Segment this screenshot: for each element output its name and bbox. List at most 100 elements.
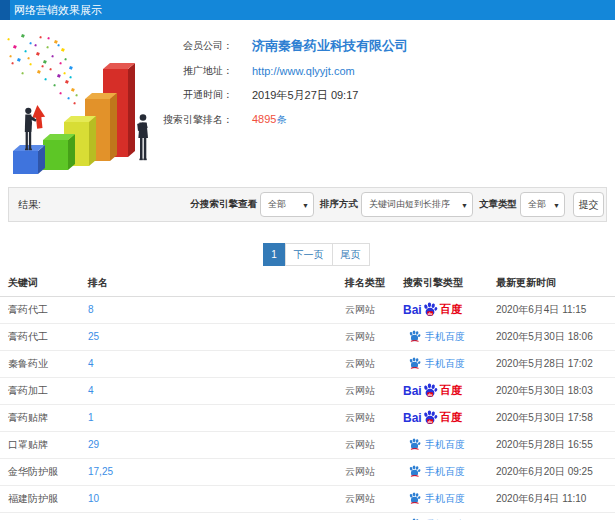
rank-cell[interactable]: 8 xyxy=(88,296,345,323)
chevron-down-icon: ▼ xyxy=(553,202,560,209)
baidu-mobile-logo: 手机百度 xyxy=(408,517,496,520)
table-row: 秦鲁药业 4 云网站 手机百度 2020年5月28日 17:02 xyxy=(0,350,615,377)
results-label: 结果: xyxy=(18,198,41,212)
info-row: 推广地址：http://www.qlyyjt.com xyxy=(148,63,408,79)
keyword-cell: 福建防护服 xyxy=(0,485,88,512)
baidu-paw-icon xyxy=(408,330,421,342)
baidu-pc-logo: Bai du百度 xyxy=(403,382,496,400)
rank-cell[interactable]: 17,25 xyxy=(88,458,345,485)
rank-type-cell: 云网站 xyxy=(345,350,403,377)
col-header: 排名 xyxy=(88,270,345,296)
rank-type-cell: 云网站 xyxy=(345,377,403,404)
keyword-cell: 膏药代工 xyxy=(0,323,88,350)
rank-cell[interactable]: 1 xyxy=(88,404,345,431)
chevron-down-icon: ▼ xyxy=(461,202,468,209)
member-company-link[interactable]: 济南秦鲁药业科技有限公司 xyxy=(252,37,408,55)
info-row: 开通时间：2019年5月27日 09:17 xyxy=(148,87,408,103)
page-next[interactable]: 下一页 xyxy=(285,243,333,266)
submit-button[interactable]: 提交 xyxy=(573,192,604,217)
filter-select-1[interactable]: 关键词由短到长排序▼ xyxy=(361,192,473,217)
keyword-cell xyxy=(0,512,88,520)
rank-type-cell: 云网站 xyxy=(345,431,403,458)
chevron-down-icon: ▼ xyxy=(302,202,309,209)
engine-cell: Bai du百度 xyxy=(403,296,496,323)
engine-cell: Bai du百度 xyxy=(403,404,496,431)
keyword-cell: 金华防护服 xyxy=(0,458,88,485)
engine-cell: 手机百度 xyxy=(403,458,496,485)
updated-cell xyxy=(496,512,615,520)
keyword-cell: 膏药贴牌 xyxy=(0,404,88,431)
col-header: 排名类型 xyxy=(345,270,403,296)
table-row: 膏药加工 4 云网站 Bai du百度 2020年5月30日 18:03 xyxy=(0,377,615,404)
results-filter-bar: 结果: 分搜索引擎查看 全部▼ 排序方式 关键词由短到长排序▼ 文章类型 全部▼ 提交 xyxy=(8,187,607,222)
rank-type-cell: 云网站 xyxy=(345,323,403,350)
baidu-paw-icon: du xyxy=(422,302,438,317)
rank-type-cell: 云网站 xyxy=(345,485,403,512)
svg-text:du: du xyxy=(427,312,432,316)
rank-cell[interactable]: 4 xyxy=(88,350,345,377)
engine-cell: 手机百度 xyxy=(403,323,496,350)
table-row: 福建防护服 10 云网站 手机百度 2020年6月4日 11:10 xyxy=(0,485,615,512)
promo-url-link[interactable]: http://www.qlyyjt.com xyxy=(252,65,355,77)
businessman-right-graphic xyxy=(137,114,148,160)
baidu-mobile-logo: 手机百度 xyxy=(408,329,496,345)
updated-cell: 2020年5月28日 17:02 xyxy=(496,350,615,377)
engine-cell: Bai du百度 xyxy=(403,377,496,404)
rank-cell[interactable]: 4 xyxy=(88,377,345,404)
rank-cell[interactable]: 29 xyxy=(88,431,345,458)
filter-select-2[interactable]: 全部▼ xyxy=(520,192,565,217)
engine-cell: 手机百度 xyxy=(403,512,496,520)
filter-label-0: 分搜索引擎查看 xyxy=(191,198,258,211)
svg-text:du: du xyxy=(427,393,432,397)
baidu-pc-logo: Bai du百度 xyxy=(403,301,496,319)
updated-cell: 2020年6月20日 09:25 xyxy=(496,458,615,485)
rank-cell[interactable]: 25 xyxy=(88,323,345,350)
pagination: 1 下一页 尾页 xyxy=(0,243,615,266)
rank-cell[interactable] xyxy=(88,512,345,520)
filter-label-1: 排序方式 xyxy=(320,198,358,211)
updated-cell: 2020年6月4日 11:15 xyxy=(496,296,615,323)
page-last[interactable]: 尾页 xyxy=(332,243,370,266)
window-title-bar: 网络营销效果展示 xyxy=(0,0,615,20)
info-row: 会员公司：济南秦鲁药业科技有限公司 xyxy=(148,38,408,54)
baidu-mobile-logo: 手机百度 xyxy=(408,437,496,453)
rank-type-cell: 云网站 xyxy=(345,404,403,431)
table-row: 膏药代工 25 云网站 手机百度 2020年5月30日 18:06 xyxy=(0,323,615,350)
col-header: 搜索引擎类型 xyxy=(403,270,496,296)
col-header: 最新更新时间 xyxy=(496,270,615,296)
updated-cell: 2020年5月30日 18:06 xyxy=(496,323,615,350)
updated-cell: 2020年5月30日 18:03 xyxy=(496,377,615,404)
rank-type-cell: 云网站 xyxy=(345,458,403,485)
baidu-mobile-logo: 手机百度 xyxy=(408,356,496,372)
updated-cell: 2020年5月28日 16:55 xyxy=(496,431,615,458)
baidu-paw-icon xyxy=(408,438,421,450)
title-bar-corner xyxy=(0,0,10,20)
rank-cell[interactable]: 10 xyxy=(88,485,345,512)
table-row: 手机百度 xyxy=(0,512,615,520)
svg-text:du: du xyxy=(427,420,432,424)
updated-cell: 2020年5月30日 17:58 xyxy=(496,404,615,431)
up-arrow-graphic xyxy=(31,104,46,129)
table-header-row: 关键词排名排名类型搜索引擎类型最新更新时间 xyxy=(0,270,615,296)
baidu-mobile-logo: 手机百度 xyxy=(408,464,496,480)
rank-type-cell xyxy=(345,512,403,520)
keyword-cell: 秦鲁药业 xyxy=(0,350,88,377)
filter-label-2: 文章类型 xyxy=(479,198,517,211)
page-title: 网络营销效果展示 xyxy=(14,0,102,20)
engine-cell: 手机百度 xyxy=(403,350,496,377)
open-time-value: 2019年5月27日 09:17 xyxy=(252,88,358,103)
baidu-paw-icon: du xyxy=(422,410,438,425)
keyword-cell: 膏药代工 xyxy=(0,296,88,323)
table-row: 膏药贴牌 1 云网站 Bai du百度 2020年5月30日 17:58 xyxy=(0,404,615,431)
table-row: 口罩贴牌 29 云网站 手机百度 2020年5月28日 16:55 xyxy=(0,431,615,458)
baidu-mobile-logo: 手机百度 xyxy=(408,491,496,507)
updated-cell: 2020年6月4日 11:10 xyxy=(496,485,615,512)
page-current[interactable]: 1 xyxy=(263,243,286,266)
keyword-cell: 膏药加工 xyxy=(0,377,88,404)
baidu-paw-icon xyxy=(408,357,421,369)
ranking-table: 关键词排名排名类型搜索引擎类型最新更新时间 膏药代工 8 云网站 Bai du百… xyxy=(0,270,615,520)
filter-select-0[interactable]: 全部▼ xyxy=(260,192,314,217)
engine-cell: 手机百度 xyxy=(403,431,496,458)
baidu-paw-icon: du xyxy=(422,383,438,398)
baidu-paw-icon xyxy=(408,465,421,477)
